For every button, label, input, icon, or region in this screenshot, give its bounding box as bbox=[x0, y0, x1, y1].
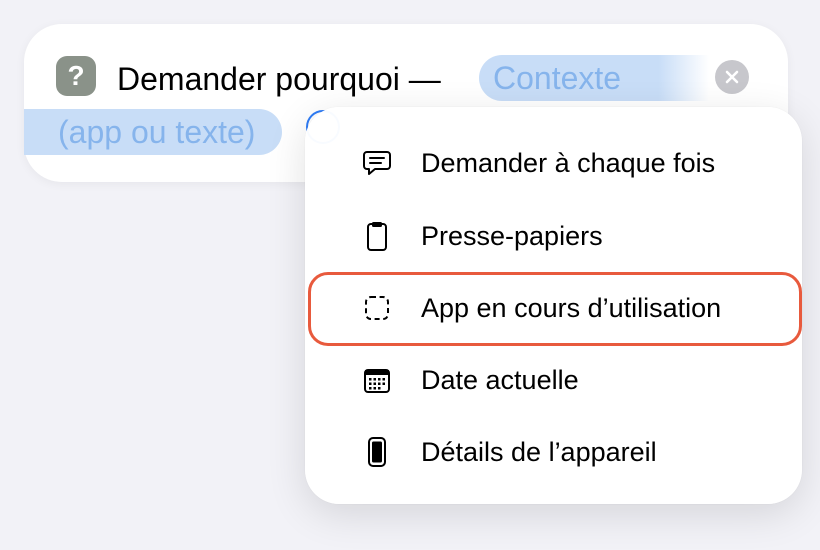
menu-item-label: Détails de l’appareil bbox=[421, 437, 657, 467]
context-variable-token[interactable]: Contexte bbox=[479, 55, 709, 101]
calendar-icon bbox=[364, 369, 390, 393]
menu-item-label: Date actuelle bbox=[421, 365, 579, 395]
menu-item-label: App en cours d’utilisation bbox=[421, 293, 722, 323]
menu-item-label: Presse-papiers bbox=[421, 221, 603, 251]
context-token-label-line2: (app ou texte) bbox=[58, 114, 256, 150]
dashed-square-icon bbox=[365, 296, 389, 320]
menu-item-device-details[interactable]: Détails de l’appareil bbox=[305, 416, 802, 488]
menu-item-label: Demander à chaque fois bbox=[421, 148, 716, 178]
menu-item-ask-each-time[interactable]: Demander à chaque fois bbox=[305, 127, 802, 199]
phone-icon bbox=[368, 437, 386, 467]
variable-picker-menu: Demander à chaque fois Presse-papiers Ap… bbox=[305, 107, 802, 504]
close-icon bbox=[725, 70, 739, 84]
clear-token-button[interactable] bbox=[715, 60, 749, 94]
speech-bubble-icon bbox=[363, 151, 391, 175]
clipboard-icon bbox=[367, 222, 387, 251]
menu-item-clipboard[interactable]: Presse-papiers bbox=[305, 200, 802, 272]
context-variable-token-continued[interactable]: (app ou texte) bbox=[24, 109, 282, 155]
menu-item-current-app[interactable]: App en cours d’utilisation bbox=[305, 272, 802, 344]
question-mark-icon: ? bbox=[56, 56, 96, 96]
action-title: Demander pourquoi — bbox=[117, 61, 441, 97]
menu-item-current-date[interactable]: Date actuelle bbox=[305, 344, 802, 416]
context-token-label: Contexte bbox=[493, 60, 622, 96]
